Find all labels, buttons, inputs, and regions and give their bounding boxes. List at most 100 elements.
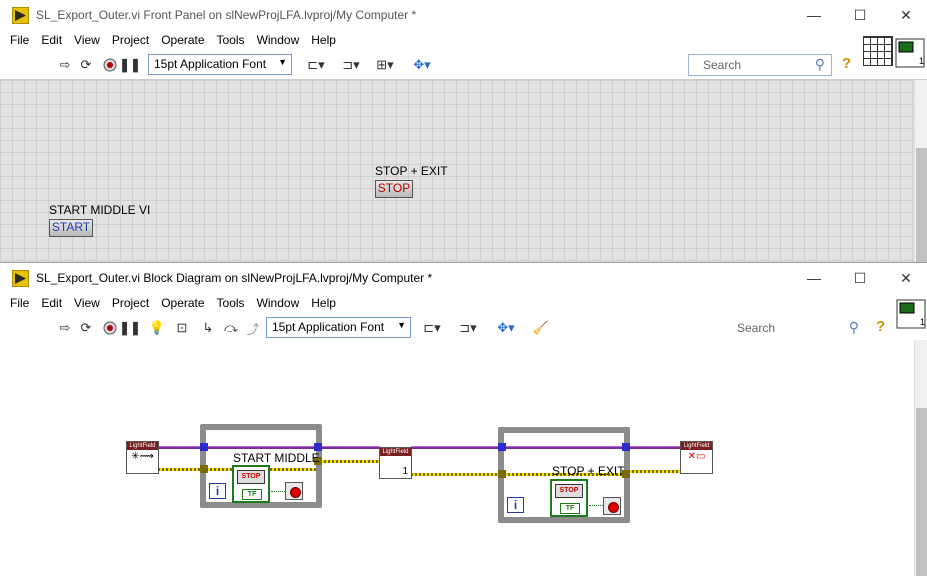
block-diagram-toolbar: ⇨ ⟳ ❚❚ 💡 ⊡ ↳ ⤼ ⤴ 15pt Application Font ▼…: [0, 313, 927, 343]
help-icon[interactable]: ?: [876, 318, 892, 336]
reference-wire[interactable]: [411, 446, 501, 449]
font-select[interactable]: 15pt Application Font ▼: [266, 317, 411, 338]
boolean-wire[interactable]: [589, 505, 603, 506]
stop-boolean-terminal[interactable]: STOP TF: [550, 479, 588, 517]
loop-stop-condition-icon[interactable]: [285, 482, 303, 500]
loop-tunnel[interactable]: [622, 443, 630, 451]
iteration-terminal[interactable]: i: [507, 497, 524, 513]
menu-edit[interactable]: Edit: [35, 293, 68, 313]
loop-tunnel[interactable]: [200, 465, 208, 473]
loop-tunnel[interactable]: [498, 443, 506, 451]
minimize-button[interactable]: —: [791, 0, 837, 30]
scrollbar-thumb[interactable]: [916, 148, 927, 263]
search-icon[interactable]: ⚲: [815, 56, 825, 73]
start-button[interactable]: START: [49, 219, 93, 237]
front-panel-canvas[interactable]: STOP + EXIT STOP START MIDDLE VI START: [0, 80, 914, 263]
stop-button[interactable]: STOP: [375, 180, 413, 198]
menu-view[interactable]: View: [68, 30, 106, 50]
menu-file[interactable]: File: [4, 30, 35, 50]
menu-file[interactable]: File: [4, 293, 35, 313]
close-button[interactable]: ✕: [883, 263, 927, 293]
menu-window[interactable]: Window: [251, 30, 306, 50]
help-icon[interactable]: ?: [842, 55, 858, 73]
abort-icon[interactable]: [101, 319, 119, 337]
menu-operate[interactable]: Operate: [155, 30, 210, 50]
menu-help[interactable]: Help: [305, 293, 342, 313]
highlight-execution-icon[interactable]: 💡: [148, 319, 166, 337]
menu-window[interactable]: Window: [251, 293, 306, 313]
search-input[interactable]: Search ⚲: [722, 317, 866, 339]
bool-terminal-tf-text: TF: [242, 489, 262, 500]
font-select[interactable]: 15pt Application Font ▼: [148, 54, 292, 75]
run-continuously-icon[interactable]: ⟳: [77, 56, 95, 74]
front-panel-toolbar: ⇨ ⟳ ❚❚ 15pt Application Font ▼ ⊏▾ ⊐▾ ⊞▾ …: [0, 50, 927, 80]
bool-terminal-stop-text: STOP: [237, 470, 265, 484]
search-input[interactable]: Search ⚲: [688, 54, 832, 76]
lightfield-middle-node[interactable]: LightField 1: [379, 447, 412, 479]
block-diagram-vertical-scrollbar[interactable]: [914, 340, 927, 576]
loop-tunnel[interactable]: [200, 443, 208, 451]
distribute-objects-icon[interactable]: ⊐▾: [455, 319, 481, 337]
menu-view[interactable]: View: [68, 293, 106, 313]
resize-objects-icon[interactable]: ⊞▾: [372, 56, 398, 74]
iteration-terminal[interactable]: i: [209, 483, 226, 499]
reference-wire[interactable]: [320, 446, 380, 449]
align-objects-icon[interactable]: ⊏▾: [419, 319, 445, 337]
vi-icon[interactable]: 1: [896, 299, 926, 329]
node-header: LightField: [681, 442, 712, 450]
scrollbar-thumb[interactable]: [916, 408, 927, 576]
connector-pane-icon[interactable]: [863, 36, 893, 66]
error-wire[interactable]: [628, 470, 680, 473]
vi-icon-number: 1: [920, 317, 925, 327]
lightfield-close-node[interactable]: LightField ✕▭: [680, 441, 713, 474]
maximize-button[interactable]: ☐: [837, 0, 883, 30]
run-arrow-icon[interactable]: ⇨: [56, 319, 74, 337]
front-panel-titlebar[interactable]: SL_Export_Outer.vi Front Panel on slNewP…: [0, 0, 927, 30]
search-icon[interactable]: ⚲: [849, 319, 859, 336]
reorder-icon[interactable]: ✥▾: [493, 319, 519, 337]
align-objects-icon[interactable]: ⊏▾: [303, 56, 329, 74]
menu-project[interactable]: Project: [106, 30, 155, 50]
loop-tunnel[interactable]: [314, 443, 322, 451]
reorder-icon[interactable]: ✥▾: [409, 56, 435, 74]
search-placeholder: Search: [703, 58, 742, 72]
error-wire[interactable]: [158, 468, 203, 471]
maximize-button[interactable]: ☐: [837, 263, 883, 293]
menu-operate[interactable]: Operate: [155, 293, 210, 313]
block-diagram-titlebar[interactable]: SL_Export_Outer.vi Block Diagram on slNe…: [0, 263, 927, 293]
menu-tools[interactable]: Tools: [211, 293, 251, 313]
pause-icon[interactable]: ❚❚: [119, 56, 141, 74]
menu-edit[interactable]: Edit: [35, 30, 68, 50]
close-button[interactable]: ✕: [883, 0, 927, 30]
clean-up-diagram-icon[interactable]: 🧹: [530, 319, 552, 337]
boolean-wire[interactable]: [271, 491, 285, 492]
run-continuously-icon[interactable]: ⟳: [77, 319, 95, 337]
step-into-icon[interactable]: ↳: [199, 319, 217, 337]
error-wire[interactable]: [411, 473, 501, 476]
menu-project[interactable]: Project: [106, 293, 155, 313]
labview-app-icon: [12, 7, 29, 24]
pause-icon[interactable]: ❚❚: [119, 319, 141, 337]
block-diagram-canvas[interactable]: LightField ✳⟿ START MIDDLE STOP TF i Lig…: [0, 340, 914, 576]
lightfield-open-node[interactable]: LightField ✳⟿: [126, 441, 159, 474]
minimize-button[interactable]: —: [791, 263, 837, 293]
vi-icon[interactable]: 1: [895, 38, 925, 68]
error-wire[interactable]: [320, 460, 380, 463]
step-over-icon[interactable]: ⤼: [222, 319, 240, 337]
reference-wire[interactable]: [628, 446, 680, 449]
labview-app-icon: [12, 270, 29, 287]
menu-tools[interactable]: Tools: [211, 30, 251, 50]
menu-help[interactable]: Help: [305, 30, 342, 50]
step-out-icon[interactable]: ⤴: [244, 319, 262, 337]
block-diagram-title: SL_Export_Outer.vi Block Diagram on slNe…: [36, 271, 433, 285]
abort-icon[interactable]: [101, 56, 119, 74]
start-boolean-terminal[interactable]: STOP TF: [232, 465, 270, 503]
run-arrow-icon[interactable]: ⇨: [56, 56, 74, 74]
front-panel-vertical-scrollbar[interactable]: [914, 80, 927, 263]
distribute-objects-icon[interactable]: ⊐▾: [338, 56, 364, 74]
loop-tunnel[interactable]: [498, 470, 506, 478]
retain-wire-values-icon[interactable]: ⊡: [173, 319, 191, 337]
font-select-value: 15pt Application Font: [154, 57, 267, 71]
reference-wire[interactable]: [158, 446, 203, 449]
loop-stop-condition-icon[interactable]: [603, 497, 621, 515]
